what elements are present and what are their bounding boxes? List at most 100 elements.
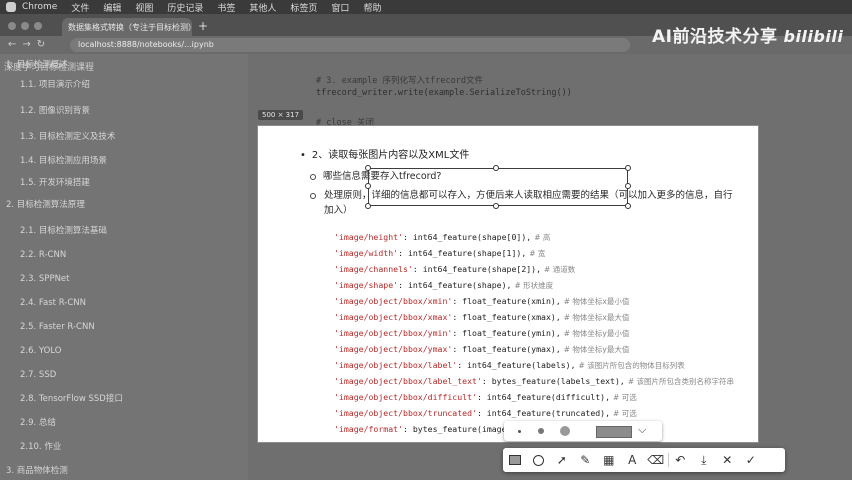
confirm-icon[interactable]: ✓ — [739, 448, 763, 472]
address-bar[interactable]: localhost:8888/notebooks/...ipynb — [70, 38, 630, 52]
toc-subsection[interactable]: 2.4. Fast R-CNN — [20, 298, 86, 308]
menu-item[interactable]: 窗口 — [331, 1, 349, 14]
menu-item[interactable]: 历史记录 — [167, 1, 203, 14]
bullet-icon — [310, 173, 316, 180]
toc-subsection[interactable]: 2.2. R-CNN — [20, 250, 66, 260]
mosaic-icon[interactable]: ▦ — [597, 448, 621, 472]
toc-section[interactable]: 2. 目标检测算法原理 — [6, 198, 85, 210]
toc-subsection[interactable]: 2.7. SSD — [20, 370, 56, 380]
annotation-rectangle[interactable] — [365, 165, 631, 209]
resize-handle[interactable] — [493, 203, 499, 209]
code-comment: # 高 — [534, 233, 551, 242]
code-key: 'image/width' — [334, 248, 399, 258]
toc-subsection[interactable]: 2.6. YOLO — [20, 346, 61, 356]
close-icon[interactable]: ✕ — [716, 448, 740, 472]
code-key: 'image/shape' — [334, 280, 399, 290]
stroke-medium-icon[interactable] — [538, 428, 544, 434]
code-value: : int64_feature(shape[0]), — [403, 232, 532, 242]
code-line: 'image/height': int64_feature(shape[0]),… — [334, 232, 550, 243]
resize-handle[interactable] — [365, 183, 371, 189]
code-value: : int64_feature(truncated), — [476, 408, 611, 418]
download-icon[interactable]: ⤓ — [692, 448, 716, 472]
resize-handle[interactable] — [625, 183, 631, 189]
code-line: 'image/object/bbox/label': int64_feature… — [334, 360, 685, 371]
forward-icon[interactable]: → — [22, 39, 36, 50]
toc-subsection[interactable]: 2.5. Faster R-CNN — [20, 322, 95, 332]
doc-code-line: tfrecord_writer.write(example.SerializeT… — [316, 88, 572, 98]
toc-subsection[interactable]: 1.4. 目标检测应用场景 — [20, 154, 107, 166]
section-heading: • 2、读取每张图片内容以及XML文件 — [300, 150, 470, 161]
code-key: 'image/object/bbox/xmin' — [334, 296, 453, 306]
new-tab-icon[interactable]: + — [198, 19, 208, 33]
maximize-window-icon[interactable] — [34, 22, 42, 30]
menu-item[interactable]: 书签 — [217, 1, 235, 14]
menu-item[interactable]: 标签页 — [290, 1, 317, 14]
resize-handle[interactable] — [625, 165, 631, 171]
toc-subsection[interactable]: 1.2. 图像识别背景 — [20, 104, 90, 116]
toc-sidebar: 深度学习目标检测课程 1. 目标检测概述 1.1. 项目演示介绍 1.2. 图像识别… — [0, 54, 248, 480]
stroke-large-icon[interactable] — [560, 426, 570, 436]
menu-item[interactable]: 其他人 — [249, 1, 276, 14]
code-value: : float_feature(ymin), — [452, 328, 561, 338]
channel-watermark: AI前沿技术分享 bilibili — [652, 22, 843, 47]
color-swatch[interactable] — [596, 426, 632, 438]
text-icon[interactable]: A — [621, 448, 645, 472]
minimize-window-icon[interactable] — [21, 22, 29, 30]
code-line: 'image/width': int64_feature(shape[1]), #… — [334, 248, 545, 259]
toc-subsection[interactable]: 2.3. SPPNet — [20, 274, 70, 284]
rectangle-icon[interactable] — [503, 448, 527, 472]
highlighter-icon[interactable]: ⌫ — [644, 448, 668, 472]
code-value: : float_feature(xmax), — [452, 312, 561, 322]
menu-item[interactable]: 编辑 — [103, 1, 121, 14]
reload-icon[interactable]: ↻ — [37, 39, 51, 50]
menu-app[interactable]: Chrome — [22, 2, 57, 12]
resize-handle[interactable] — [365, 203, 371, 209]
toc-subsection[interactable]: 2.10. 作业 — [20, 440, 61, 452]
arrow-icon[interactable]: ➚ — [550, 448, 574, 472]
back-icon[interactable]: ← — [8, 39, 22, 50]
menu-item[interactable]: 视图 — [135, 1, 153, 14]
toc-subsection[interactable]: 1.1. 项目演示介绍 — [20, 78, 90, 90]
code-key: 'image/object/bbox/label' — [334, 360, 458, 370]
code-comment: # 可选 — [613, 393, 637, 402]
browser-tab[interactable]: 数据集格式转换（专注于目标检测） × — [62, 18, 192, 36]
bullet-icon — [310, 193, 316, 199]
menu-item[interactable]: 帮助 — [363, 1, 381, 14]
undo-icon[interactable]: ↶ — [669, 448, 693, 472]
code-key: 'image/format' — [334, 424, 404, 434]
toc-subsection[interactable]: 1.3. 目标检测定义及技术 — [20, 130, 115, 142]
toc-subsection[interactable]: 2.8. TensorFlow SSD接口 — [20, 392, 123, 404]
code-value: : int64_feature(shape), — [398, 280, 512, 290]
toc-subsection[interactable]: 2.1. 目标检测算法基础 — [20, 224, 107, 236]
apple-icon[interactable] — [6, 2, 16, 12]
resize-handle[interactable] — [493, 165, 499, 171]
nav-buttons: ←→↻ — [8, 39, 51, 50]
toc-subsection[interactable]: 2.9. 总结 — [20, 416, 56, 428]
toc-section[interactable]: 1. 目标检测概述 — [6, 58, 68, 70]
code-comment: # 宽 — [529, 249, 546, 258]
close-window-icon[interactable] — [8, 22, 16, 30]
resize-handle[interactable] — [625, 203, 631, 209]
stroke-small-icon[interactable] — [518, 430, 521, 433]
code-key: 'image/channels' — [334, 264, 413, 274]
annotation-toolbar: ➚ ✎ ▦ A ⌫ ↶ ⤓ ✕ ✓ — [503, 448, 785, 472]
code-key: 'image/height' — [334, 232, 404, 242]
code-line: 'image/shape': int64_feature(shape), # 形状… — [334, 280, 553, 291]
toc-subsection[interactable]: 1.5. 开发环境搭建 — [20, 176, 90, 188]
code-key: 'image/encoded' — [334, 440, 408, 442]
code-value: : float_feature(xmin), — [452, 296, 561, 306]
menu-item[interactable]: 文件 — [71, 1, 89, 14]
toc-section[interactable]: 3. 商品物体检测 — [6, 464, 68, 476]
pen-icon[interactable]: ✎ — [574, 448, 598, 472]
code-comment: # 物体坐标y最大值 — [563, 345, 630, 354]
code-line: 'image/object/bbox/ymin': float_feature(… — [334, 328, 629, 339]
code-comment: # 通道数 — [544, 265, 576, 274]
code-key: 'image/object/bbox/xmax' — [334, 312, 453, 322]
ellipse-icon[interactable] — [527, 448, 551, 472]
resize-handle[interactable] — [365, 165, 371, 171]
chevron-down-icon[interactable]: ⌵ — [638, 423, 646, 437]
code-line: 'image/object/bbox/truncated': int64_fea… — [334, 408, 637, 419]
code-comment: # 形状维度 — [514, 281, 554, 290]
code-value: : int64_feature(difficult), — [476, 392, 611, 402]
code-line: 'image/object/bbox/ymax': float_feature(… — [334, 344, 629, 355]
